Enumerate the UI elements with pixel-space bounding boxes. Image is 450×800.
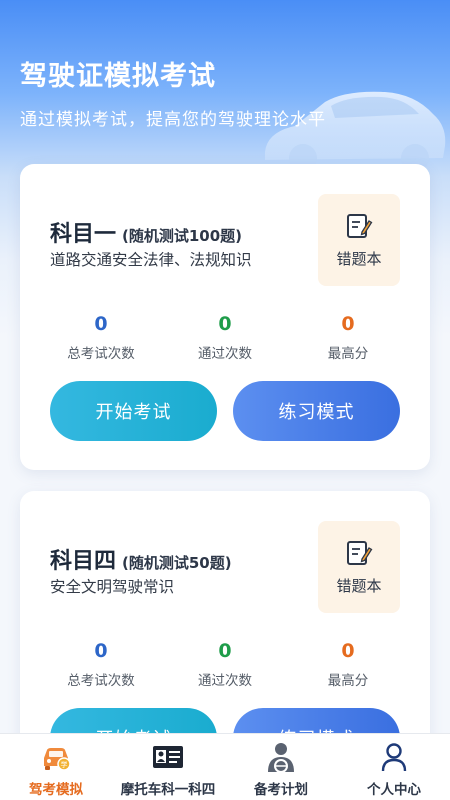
tab-label: 驾考模拟 (29, 782, 83, 798)
stat-label: 通过次数 (198, 346, 252, 362)
subject-heading: 科目一 (随机测试100题) (50, 216, 242, 248)
page-subtitle: 通过模拟考试，提高您的驾驶理论水平 (20, 110, 326, 130)
driver-icon (268, 743, 294, 773)
subject-card: 科目一 (随机测试100题) 道路交通安全法律、法规知识 错题本 0 总考试次数 … (20, 164, 430, 470)
stat-total-exams: 0 总考试次数 (36, 641, 166, 689)
practice-mode-button[interactable]: 练习模式 (233, 381, 400, 441)
main-scroll-area[interactable]: 驾驶证模拟考试 通过模拟考试，提高您的驾驶理论水平 科目一 (随机测试100题) … (0, 0, 450, 733)
subject-heading: 科目四 (随机测试50题) (50, 543, 232, 575)
wrong-questions-button[interactable]: 错题本 (318, 194, 400, 286)
page-title: 驾驶证模拟考试 (20, 61, 216, 92)
stat-label: 总考试次数 (67, 346, 135, 362)
stats-row: 0 总考试次数 0 通过次数 0 最高分 (20, 641, 430, 691)
stat-value: 0 (218, 640, 232, 662)
id-card-icon (153, 746, 183, 768)
start-exam-button[interactable]: 开始考试 (50, 381, 217, 441)
person-icon (381, 743, 407, 772)
subject-question-count: (随机测试100题) (122, 227, 243, 245)
notebook-pencil-icon (347, 540, 373, 565)
car-icon: 学 (44, 748, 71, 771)
tab-label: 个人中心 (367, 782, 421, 798)
stat-value: 0 (341, 640, 355, 662)
tab-study-plan[interactable]: 备考计划 (225, 734, 337, 800)
subject-name: 科目四 (50, 549, 117, 574)
stat-label: 总考试次数 (67, 673, 135, 689)
tab-motorcycle[interactable]: 摩托车科一科四 (112, 734, 224, 800)
stat-high-score: 0 最高分 (283, 641, 413, 689)
stat-value: 0 (218, 313, 232, 335)
stat-high-score: 0 最高分 (283, 314, 413, 362)
tab-label: 摩托车科一科四 (120, 782, 216, 798)
practice-mode-button[interactable]: 练习模式 (233, 708, 400, 733)
wrong-questions-label: 错题本 (336, 576, 382, 595)
subject-card: 科目四 (随机测试50题) 安全文明驾驶常识 错题本 0 总考试次数 0 通过次数… (20, 491, 430, 733)
svg-text:学: 学 (61, 760, 68, 769)
subject-description: 安全文明驾驶常识 (50, 578, 175, 596)
stat-value: 0 (94, 313, 108, 335)
tab-driving-exam[interactable]: 学 驾考模拟 (0, 734, 112, 800)
stats-row: 0 总考试次数 0 通过次数 0 最高分 (20, 314, 430, 364)
wrong-questions-label: 错题本 (336, 249, 382, 268)
stat-passed: 0 通过次数 (160, 314, 290, 362)
subject-description: 道路交通安全法律、法规知识 (50, 251, 252, 269)
wrong-questions-button[interactable]: 错题本 (318, 521, 400, 613)
stat-label: 通过次数 (198, 673, 252, 689)
bottom-tab-bar: 学 驾考模拟 摩托车科一科四 备考计划 个人中心 (0, 733, 450, 800)
subject-name: 科目一 (50, 222, 117, 247)
stat-value: 0 (94, 640, 108, 662)
stat-label: 最高分 (327, 673, 369, 689)
notebook-pencil-icon (347, 213, 373, 238)
stat-label: 最高分 (327, 346, 369, 362)
stat-passed: 0 通过次数 (160, 641, 290, 689)
subject-question-count: (随机测试50题) (122, 554, 232, 572)
tab-profile[interactable]: 个人中心 (338, 734, 450, 800)
start-exam-button[interactable]: 开始考试 (50, 708, 217, 733)
stat-value: 0 (341, 313, 355, 335)
tab-label: 备考计划 (254, 782, 308, 798)
stat-total-exams: 0 总考试次数 (36, 314, 166, 362)
